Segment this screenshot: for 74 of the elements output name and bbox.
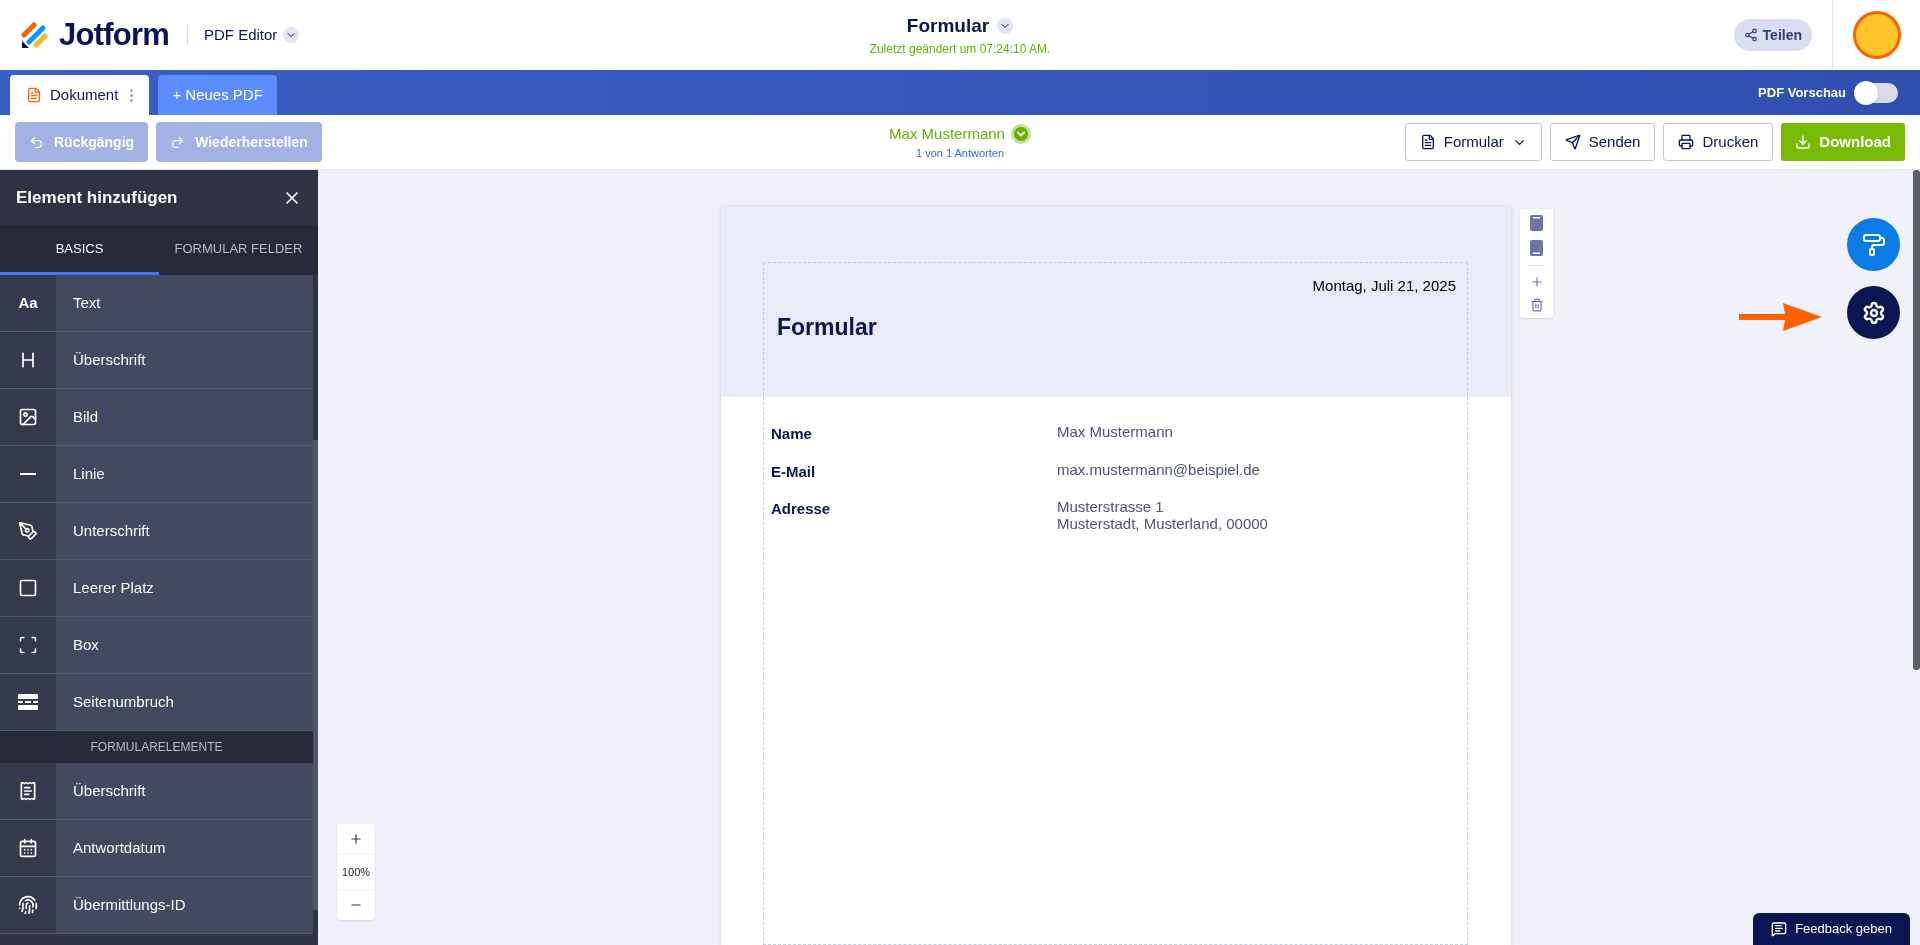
element-item[interactable]: Leerer Platz (0, 560, 313, 617)
document-title: Formular (777, 313, 877, 342)
element-item[interactable]: Überschrift (0, 332, 313, 389)
document-tab[interactable]: Dokument (10, 75, 150, 115)
share-icon (1743, 28, 1758, 42)
panel-tab[interactable]: FORMULAR FELDER (159, 225, 318, 275)
feedback-button[interactable]: Feedback geben (1753, 913, 1910, 945)
panel-title: Element hinzufügen (16, 186, 178, 209)
dropdown-icon (1010, 123, 1031, 144)
design-button[interactable] (1847, 218, 1900, 271)
arrow-icon (1739, 303, 1822, 331)
section-heading: FORMULARELEMENTE (0, 731, 313, 763)
product-dropdown[interactable]: PDF Editor (203, 23, 300, 47)
element-item[interactable]: Bild (0, 389, 313, 446)
element-item[interactable]: Überschrift (0, 763, 313, 820)
last-saved-text: Zuletzt geändert um 07:24:10 AM. (869, 41, 1051, 59)
field-value: Musterstrasse 1 (1057, 498, 1165, 515)
element-item[interactable]: Unterschrift (0, 503, 313, 560)
paint-roller-icon (1861, 232, 1886, 257)
image-icon (18, 407, 38, 427)
download-icon (1795, 134, 1812, 150)
field-label: Name (770, 424, 813, 444)
settings-button[interactable] (1847, 286, 1900, 339)
document-icon (1419, 134, 1436, 150)
send-button[interactable]: Senden (1549, 123, 1656, 161)
printer-icon (1678, 134, 1695, 150)
form-header-icon (18, 781, 38, 801)
page-bottom-icon[interactable] (1530, 240, 1543, 256)
chevron-icon (997, 18, 1014, 34)
element-item[interactable]: Antwortdatum (0, 820, 313, 877)
page-break-icon (18, 694, 38, 710)
share-button[interactable]: Teilen (1733, 19, 1812, 51)
zoom-in-icon[interactable] (349, 831, 363, 846)
field-label: Adresse (770, 499, 832, 519)
logo-text: Jotform (59, 15, 169, 54)
element-item[interactable]: Aa Text (0, 275, 313, 332)
date-text: Montag, Juli 21, 2025 (1312, 276, 1456, 296)
avatar[interactable] (1852, 11, 1901, 59)
scrollbar[interactable] (1913, 170, 1920, 670)
page-top-icon[interactable] (1530, 215, 1543, 231)
chevron-icon (283, 27, 300, 43)
undo-icon (29, 134, 44, 150)
fingerprint-icon (18, 895, 38, 915)
pdf-preview-toggle[interactable] (1854, 82, 1898, 103)
trash-icon[interactable] (1529, 298, 1544, 312)
element-item[interactable]: Seitenumbruch (0, 674, 313, 731)
scrollbar[interactable] (313, 440, 318, 910)
text-icon: Aa (18, 291, 38, 315)
redo-icon (170, 134, 186, 150)
document-icon (26, 87, 42, 103)
send-icon (1564, 134, 1581, 150)
line-icon (20, 473, 36, 475)
calendar-icon (18, 838, 38, 858)
element-item[interactable]: Linie (0, 446, 313, 503)
field-value: max.mustermann@beispiel.de (1057, 460, 1260, 478)
print-button[interactable]: Drucken (1663, 123, 1774, 161)
submission-count: 1 von 1 Antworten (915, 146, 1005, 161)
pen-icon (18, 521, 38, 541)
pdf-preview-label: PDF Vorschau (1758, 83, 1846, 102)
more-icon (130, 88, 134, 102)
add-icon[interactable] (1529, 275, 1544, 289)
feedback-icon (1771, 921, 1788, 937)
field-label: E-Mail (770, 461, 817, 482)
square-icon (18, 578, 38, 598)
box-icon (18, 635, 38, 655)
field-value: Max Mustermann (1057, 423, 1173, 440)
form-title[interactable]: Formular (906, 11, 1014, 41)
logo-icon (19, 20, 49, 50)
settings-icon (1861, 300, 1886, 325)
form-button[interactable]: Formular (1404, 123, 1542, 161)
zoom-level: 100% (337, 853, 375, 890)
field-value: Musterstadt, Musterland, 00000 (1057, 515, 1268, 532)
element-item[interactable]: Box (0, 617, 313, 674)
element-item[interactable]: Übermittlungs-ID (0, 877, 313, 934)
